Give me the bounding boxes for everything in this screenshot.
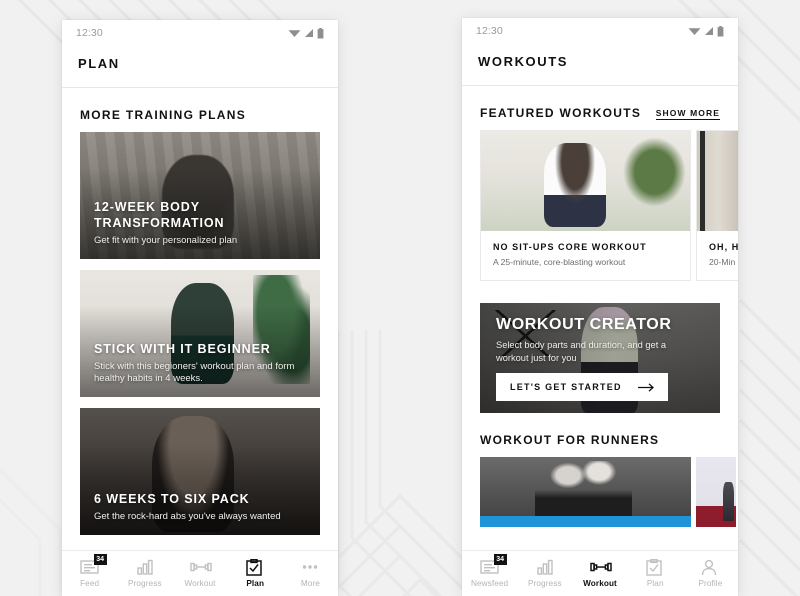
feed-icon: 34 xyxy=(79,554,107,576)
featured-section-title: FEATURED WORKOUTS xyxy=(480,106,642,120)
tab-feed-label: Feed xyxy=(80,579,100,588)
screenshot-canvas: 12:30 PLAN MORE TRAINING PLANS 12-WEEK B… xyxy=(0,0,800,596)
bottom-navigation: 34 Feed Progress Workout Plan More xyxy=(62,550,338,596)
runners-image-1[interactable] xyxy=(480,457,691,527)
tab-workout-right[interactable]: Workout xyxy=(572,551,627,596)
show-more-link[interactable]: SHOW MORE xyxy=(655,108,720,120)
plan-card-1-subtitle: Get fit with your personalized plan xyxy=(94,235,238,247)
tab-more[interactable]: More xyxy=(283,551,338,596)
status-icon-group-right xyxy=(688,25,724,37)
tab-profile-label: Profile xyxy=(698,579,723,588)
tab-progress-right-label: Progress xyxy=(528,579,562,588)
app-bar-right: WORKOUTS xyxy=(462,44,738,86)
page-title: PLAN xyxy=(78,56,120,71)
newsfeed-badge: 34 xyxy=(493,554,507,565)
plan-card-3-title: 6 WEEKS TO SIX PACK xyxy=(94,492,250,507)
arrow-right-icon xyxy=(637,382,654,392)
tab-workout-label: Workout xyxy=(184,579,216,588)
featured-card-1-text: NO SIT-UPS CORE WORKOUT A 25-minute, cor… xyxy=(481,231,690,280)
lets-get-started-label: LET'S GET STARTED xyxy=(510,382,622,392)
section-header-workout-for-runners: WORKOUT FOR RUNNERS xyxy=(462,413,738,457)
phone-screen-workouts: 12:30 WORKOUTS FEATURED WORKOUTS SHOW MO… xyxy=(462,18,738,596)
section-header-featured-workouts: FEATURED WORKOUTS SHOW MORE xyxy=(462,86,738,130)
featured-card-1[interactable]: NO SIT-UPS CORE WORKOUT A 25-minute, cor… xyxy=(480,130,691,281)
app-bar: PLAN xyxy=(62,46,338,88)
featured-card-2-image xyxy=(697,131,738,231)
dumbbell-icon xyxy=(190,559,212,576)
lets-get-started-button[interactable]: LET'S GET STARTED xyxy=(496,373,668,401)
tab-progress-label: Progress xyxy=(128,579,162,588)
progress-icon xyxy=(535,559,555,576)
plan-card-1[interactable]: 12-WEEK BODY TRANSFORMATION Get fit with… xyxy=(80,132,320,259)
tab-plan[interactable]: Plan xyxy=(228,551,283,596)
plan-card-2-copy: STICK WITH IT BEGINNER Stick with this b… xyxy=(94,341,308,386)
plan-card-1-title: 12-WEEK BODY TRANSFORMATION xyxy=(94,200,225,231)
plan-card-3[interactable]: 6 WEEKS TO SIX PACK Get the rock-hard ab… xyxy=(80,408,320,535)
battery-icon xyxy=(317,27,324,38)
tab-workout[interactable]: Workout xyxy=(172,551,227,596)
plan-card-2[interactable]: STICK WITH IT BEGINNER Stick with this b… xyxy=(80,270,320,397)
plan-card-1-copy: 12-WEEK BODY TRANSFORMATION Get fit with… xyxy=(94,199,308,248)
status-time-right: 12:30 xyxy=(476,25,503,37)
featured-carousel[interactable]: NO SIT-UPS CORE WORKOUT A 25-minute, cor… xyxy=(462,130,738,281)
bottom-navigation-right: 34 Newsfeed Progress Workout Plan Profil… xyxy=(462,550,738,596)
clipboard-icon xyxy=(245,559,265,576)
dumbbell-icon xyxy=(590,559,612,576)
plan-card-3-copy: 6 WEEKS TO SIX PACK Get the rock-hard ab… xyxy=(94,491,308,524)
featured-card-2-title: OH, H xyxy=(709,242,738,252)
tab-more-label: More xyxy=(300,579,320,588)
tab-workout-right-label: Workout xyxy=(583,579,617,588)
featured-card-2-text: OH, H 20-Min xyxy=(697,231,738,280)
status-icon-group xyxy=(288,27,324,39)
status-bar-right: 12:30 xyxy=(462,18,738,44)
workout-creator-banner[interactable]: WORKOUT CREATOR Select body parts and du… xyxy=(480,303,720,413)
tab-feed[interactable]: 34 Feed xyxy=(62,551,117,596)
person-icon xyxy=(700,559,720,576)
tab-profile[interactable]: Profile xyxy=(683,551,738,596)
progress-icon xyxy=(135,559,155,576)
featured-card-1-title: NO SIT-UPS CORE WORKOUT xyxy=(493,242,647,252)
wifi-icon xyxy=(688,28,701,35)
section-title: MORE TRAINING PLANS xyxy=(80,108,247,122)
workout-creator-copy: WORKOUT CREATOR Select body parts and du… xyxy=(496,316,708,365)
section-header-more-training-plans: MORE TRAINING PLANS xyxy=(62,88,338,132)
phone-screen-plan: 12:30 PLAN MORE TRAINING PLANS 12-WEEK B… xyxy=(62,20,338,596)
featured-card-2[interactable]: OH, H 20-Min xyxy=(696,130,738,281)
tab-newsfeed-label: Newsfeed xyxy=(470,579,509,588)
workout-creator-subtitle: Select body parts and duration, and get … xyxy=(496,340,667,364)
feed-icon: 34 xyxy=(479,554,507,576)
battery-icon xyxy=(717,25,724,36)
status-time: 12:30 xyxy=(76,27,103,39)
plan-scroll-area[interactable]: MORE TRAINING PLANS 12-WEEK BODY TRANSFO… xyxy=(62,88,338,550)
workouts-scroll-area[interactable]: FEATURED WORKOUTS SHOW MORE NO SIT-UPS C… xyxy=(462,86,738,550)
status-bar: 12:30 xyxy=(62,20,338,46)
feed-badge: 34 xyxy=(93,554,107,565)
tab-plan-right-label: Plan xyxy=(646,579,664,588)
featured-card-1-subtitle: A 25-minute, core-blasting workout xyxy=(493,257,626,267)
clipboard-icon xyxy=(645,559,665,576)
tab-progress-right[interactable]: Progress xyxy=(517,551,572,596)
tab-plan-label: Plan xyxy=(246,579,265,588)
tab-newsfeed[interactable]: 34 Newsfeed xyxy=(462,551,517,596)
runners-carousel[interactable] xyxy=(462,457,738,527)
featured-card-1-image xyxy=(481,131,690,231)
tab-plan-right[interactable]: Plan xyxy=(628,551,683,596)
page-title-right: WORKOUTS xyxy=(478,54,569,69)
featured-card-2-subtitle: 20-Min xyxy=(709,257,736,267)
wifi-icon xyxy=(288,30,301,37)
runners-section-title: WORKOUT FOR RUNNERS xyxy=(480,433,660,447)
plan-card-2-subtitle: Stick with this begioners' workout plan … xyxy=(94,360,295,385)
more-icon xyxy=(300,559,320,576)
runners-image-2[interactable] xyxy=(696,457,736,527)
plan-card-3-subtitle: Get the rock-hard abs you've always want… xyxy=(94,511,281,523)
signal-icon xyxy=(305,29,313,37)
signal-icon xyxy=(705,27,713,35)
plan-card-2-title: STICK WITH IT BEGINNER xyxy=(94,341,271,356)
workout-creator-title: WORKOUT CREATOR xyxy=(496,316,672,333)
tab-progress[interactable]: Progress xyxy=(117,551,172,596)
